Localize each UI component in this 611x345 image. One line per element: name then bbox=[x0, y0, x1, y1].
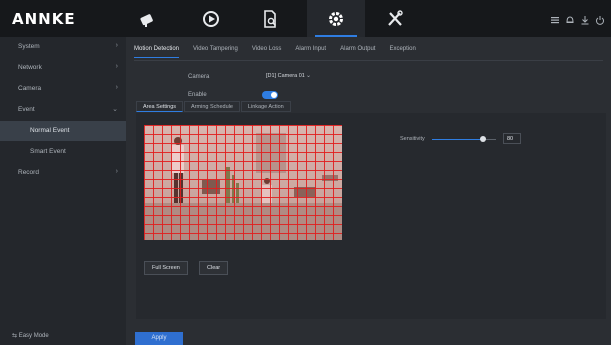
gear-icon bbox=[329, 11, 343, 26]
top-navigation-bar: ANNKE bbox=[0, 0, 611, 37]
sidebar-item-label: Smart Event bbox=[30, 148, 66, 155]
sensitivity-label: Sensitivity bbox=[400, 136, 425, 142]
event-tabs: Motion Detection Video Tampering Video L… bbox=[134, 46, 416, 58]
tab-arming-schedule[interactable]: Arming Schedule bbox=[184, 101, 240, 112]
nav-playback[interactable] bbox=[182, 0, 240, 37]
nav-file-search[interactable] bbox=[241, 0, 299, 37]
sidebar-item-label: Normal Event bbox=[30, 127, 70, 134]
chevron-down-icon: ⌄ bbox=[112, 106, 118, 113]
chevron-right-icon: › bbox=[115, 42, 118, 49]
chevron-right-icon: › bbox=[115, 84, 118, 91]
sidebar-item-label: Record bbox=[18, 169, 39, 176]
tab-alarm-input[interactable]: Alarm Input bbox=[295, 46, 326, 58]
chevron-right-icon: › bbox=[115, 168, 118, 175]
easy-mode-link[interactable]: ⇆ Easy Mode bbox=[12, 332, 49, 339]
sensitivity-slider-fill bbox=[432, 139, 484, 140]
playback-icon bbox=[203, 10, 219, 27]
alarm-icon[interactable] bbox=[565, 12, 575, 23]
file-search-icon bbox=[264, 9, 276, 28]
camera-icon bbox=[140, 13, 153, 27]
apply-button[interactable]: Apply bbox=[135, 332, 183, 345]
camera-label: Camera bbox=[188, 74, 210, 80]
power-icon[interactable] bbox=[595, 12, 605, 25]
sidebar-item-smart-event[interactable]: Smart Event bbox=[0, 142, 126, 162]
camera-select-value: [D1] Camera 01 bbox=[266, 73, 305, 79]
full-screen-button[interactable]: Full Screen bbox=[144, 261, 188, 275]
sub-tabs: Area Settings Arming Schedule Linkage Ac… bbox=[136, 101, 292, 112]
nav-configuration[interactable] bbox=[307, 0, 365, 37]
tab-exception[interactable]: Exception bbox=[389, 46, 415, 58]
task-list-icon[interactable] bbox=[550, 12, 560, 24]
sidebar-item-label: System bbox=[18, 43, 40, 50]
tools-icon bbox=[388, 9, 403, 26]
enable-label: Enable bbox=[188, 92, 207, 98]
nav-live-view[interactable] bbox=[119, 0, 177, 37]
sidebar-item-normal-event[interactable]: Normal Event bbox=[0, 121, 126, 141]
sidebar-item-label: Network bbox=[18, 64, 42, 71]
motion-area-video[interactable] bbox=[144, 125, 342, 240]
sidebar-item-event[interactable]: Event ⌄ bbox=[0, 100, 126, 120]
sidebar-item-record[interactable]: Record › bbox=[0, 163, 126, 183]
chevron-right-icon: › bbox=[115, 63, 118, 70]
camera-select[interactable]: [D1] Camera 01 ⌄ bbox=[263, 71, 313, 81]
motion-detection-grid bbox=[144, 125, 342, 240]
enable-toggle[interactable] bbox=[262, 91, 278, 99]
sidebar-item-system[interactable]: System › bbox=[0, 37, 126, 57]
sidebar-item-camera[interactable]: Camera › bbox=[0, 79, 126, 99]
tab-video-loss[interactable]: Video Loss bbox=[252, 46, 282, 58]
sidebar-item-label: Camera bbox=[18, 85, 42, 92]
clear-button[interactable]: Clear bbox=[199, 261, 229, 275]
tab-video-tampering[interactable]: Video Tampering bbox=[193, 46, 238, 58]
brand-logo: ANNKE bbox=[12, 10, 76, 28]
sidebar: System › Network › Camera › Event ⌄ Norm… bbox=[0, 37, 126, 345]
status-icons bbox=[550, 12, 605, 25]
tab-linkage-action[interactable]: Linkage Action bbox=[240, 101, 291, 112]
tabs-divider bbox=[134, 60, 603, 61]
download-icon[interactable] bbox=[580, 12, 590, 25]
tab-area-settings[interactable]: Area Settings bbox=[136, 101, 184, 112]
nav-maintenance[interactable] bbox=[366, 0, 424, 37]
sidebar-item-network[interactable]: Network › bbox=[0, 58, 126, 78]
tab-alarm-output[interactable]: Alarm Output bbox=[340, 46, 375, 58]
chevron-down-icon: ⌄ bbox=[305, 73, 311, 79]
tab-motion-detection[interactable]: Motion Detection bbox=[134, 46, 180, 58]
sidebar-item-label: Event bbox=[18, 106, 35, 113]
sensitivity-value-field[interactable]: 80 bbox=[503, 133, 521, 144]
